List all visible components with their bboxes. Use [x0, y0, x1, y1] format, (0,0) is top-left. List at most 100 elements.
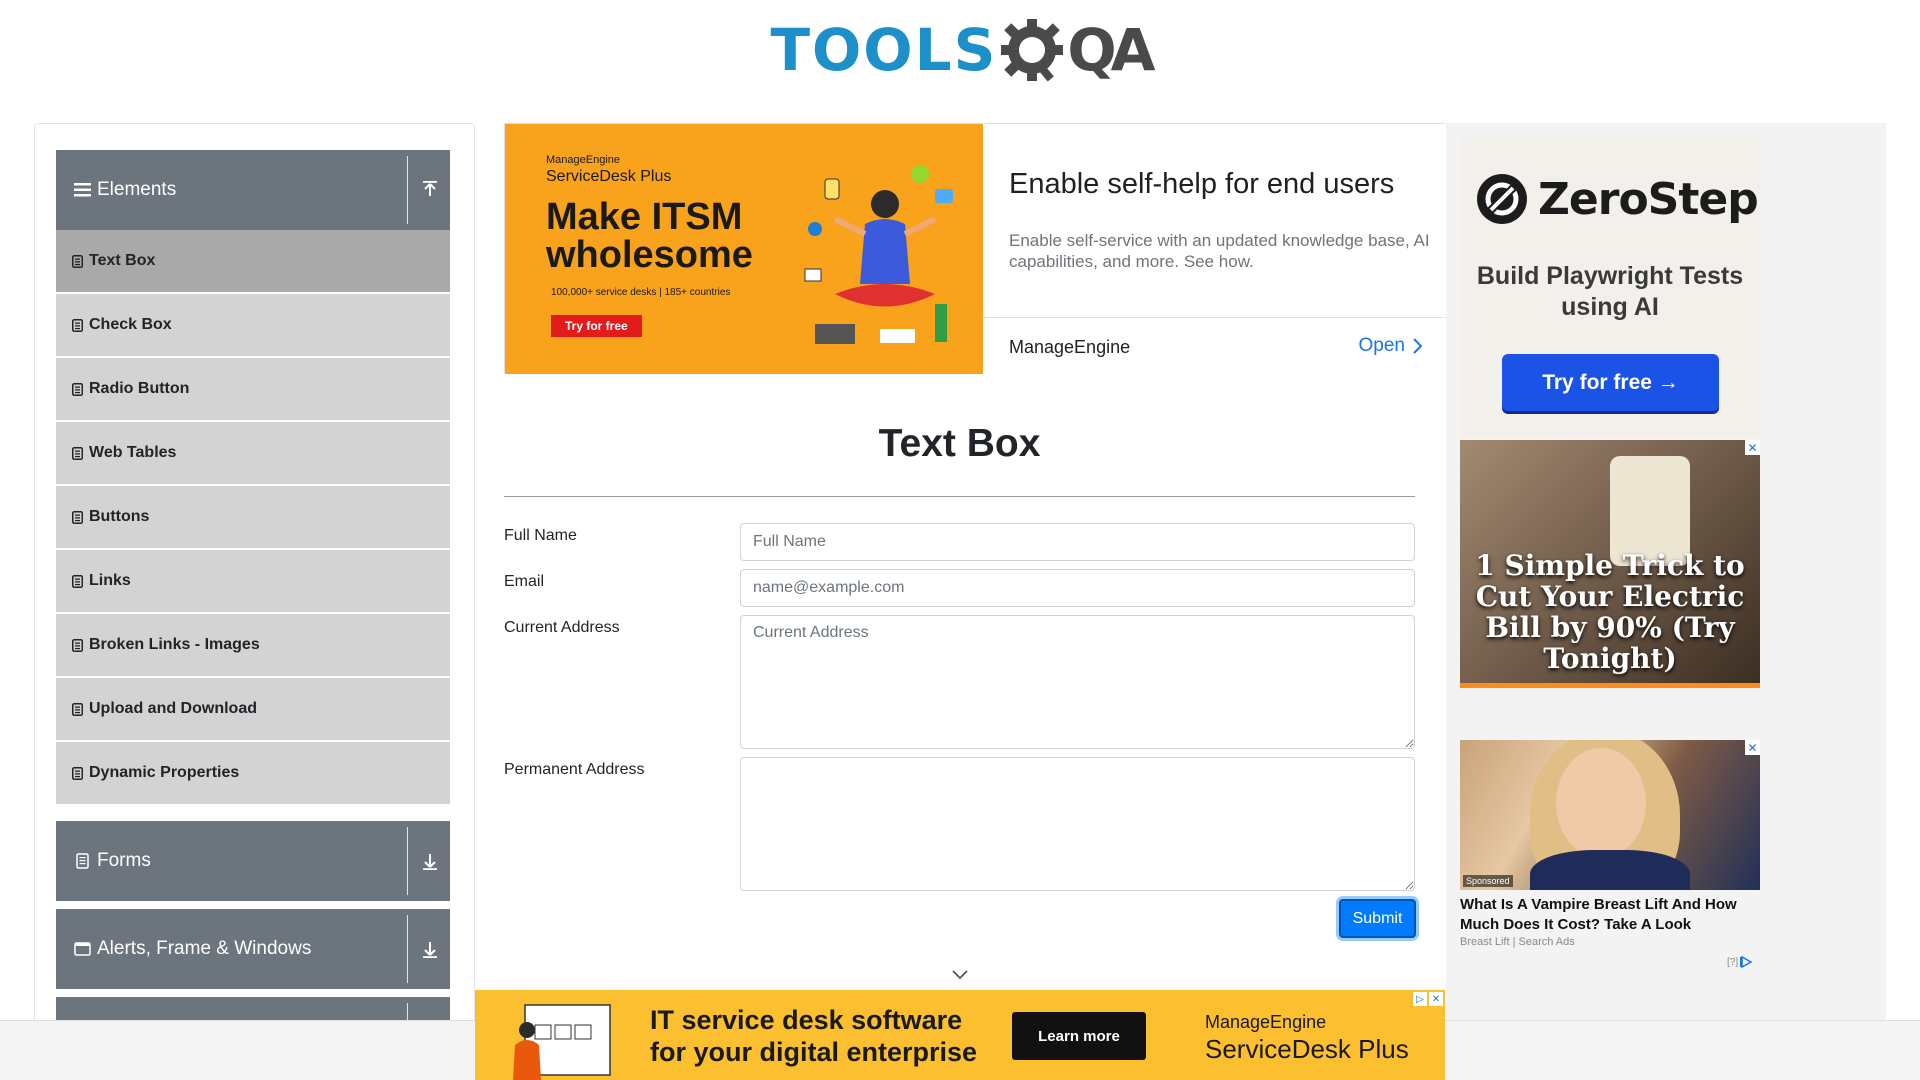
ad-description: Enable self-service with an updated know…: [1009, 231, 1430, 271]
email-label: Email: [504, 573, 545, 590]
zerostep-subtitle: Build Playwright Tests using AI: [1476, 262, 1744, 321]
permanent-address-input[interactable]: [740, 757, 1415, 891]
ad-banner-image[interactable]: ManageEngine ServiceDesk Plus Make ITSM …: [505, 124, 983, 374]
list-icon: [71, 510, 83, 524]
list-icon: [71, 382, 83, 396]
list-icon: [71, 702, 83, 716]
gear-icon: [997, 15, 1067, 85]
adchoices-icon: [1740, 956, 1753, 968]
group-elements[interactable]: Elements: [56, 150, 450, 230]
ad-title: Enable self-help for end users: [1009, 168, 1395, 200]
meditating-person-illustration: [804, 165, 953, 344]
ad-controls: ▷ ✕: [1413, 992, 1443, 1006]
page: TOOLS QA Elements Text Box Check Box Rad…: [0, 0, 1920, 1080]
list-icon: [71, 766, 83, 780]
close-icon[interactable]: ✕: [1745, 740, 1760, 755]
bottom-brand-big: ServiceDesk Plus: [1205, 1034, 1409, 1064]
ad-text-panel[interactable]: Enable self-help for end users Enable se…: [983, 124, 1446, 374]
window-icon: [73, 941, 91, 957]
sidebar-item-label: Radio Button: [89, 380, 190, 397]
sidebar-item-text-box[interactable]: Text Box: [56, 230, 450, 292]
zerostep-logo-icon: [1477, 174, 1527, 224]
electric-bill-ad-text: 1 Simple Trick to Cut Your Electric Bill…: [1475, 549, 1745, 675]
bottom-brand-small: ManageEngine: [1205, 1012, 1327, 1032]
ad-subtext: 100,000+ service desks | 185+ countries: [551, 287, 731, 298]
ad-brand-small: ManageEngine: [546, 154, 621, 166]
sidebar-item-check-box[interactable]: Check Box: [56, 294, 450, 356]
close-icon[interactable]: ✕: [1745, 440, 1760, 455]
dress-shape: [1530, 850, 1690, 890]
page-title: Text Box: [878, 422, 1041, 465]
left-panel: Elements Text Box Check Box Radio Button…: [34, 123, 475, 1023]
list-icon: [71, 318, 83, 332]
sidebar-item-buttons[interactable]: Buttons: [56, 486, 450, 548]
full-name-input[interactable]: [740, 523, 1415, 561]
adchoices-icon[interactable]: ▷: [1413, 992, 1427, 1006]
ad-open-label: Open: [1358, 335, 1405, 356]
list-icon: [71, 574, 83, 588]
arrow-up-icon[interactable]: [418, 178, 442, 202]
logo-tools-text: TOOLS: [770, 16, 998, 84]
divider: [407, 156, 408, 224]
logo-qa-text: QA: [1067, 16, 1155, 84]
list-icon: [71, 254, 83, 268]
bottom-ad-text: IT service desk software for your digita…: [650, 1004, 977, 1068]
divider: [407, 827, 408, 895]
sponsored-image-ad[interactable]: Sponsored ✕: [1460, 740, 1760, 890]
zerostep-ad[interactable]: ZeroStep Build Playwright Tests using AI…: [1460, 137, 1760, 437]
submit-button[interactable]: Submit: [1339, 899, 1416, 938]
bottom-ad-line1: IT service desk software: [650, 1005, 963, 1035]
sidebar-item-web-tables[interactable]: Web Tables: [56, 422, 450, 484]
current-address-input[interactable]: [740, 615, 1415, 749]
bottom-advertisement[interactable]: IT service desk software for your digita…: [475, 990, 1445, 1080]
divider: [983, 317, 1446, 318]
sidebar-item-label: Links: [89, 572, 131, 589]
zerostep-logo: ZeroStep: [1476, 173, 1759, 225]
group-elements-label: Elements: [97, 179, 177, 200]
list-icon: [71, 638, 83, 652]
sidebar-item-upload-download[interactable]: Upload and Download: [56, 678, 450, 740]
full-name-label: Full Name: [504, 527, 577, 544]
service-desk-illustration: [513, 1004, 611, 1080]
hamburger-icon: [73, 182, 91, 198]
sidebar-item-label: Broken Links - Images: [89, 636, 260, 653]
group-forms-label: Forms: [97, 850, 151, 871]
sponsored-ad-source: Breast Lift | Search Ads: [1460, 936, 1575, 948]
sidebar-item-broken-links[interactable]: Broken Links - Images: [56, 614, 450, 676]
sidebar-item-label: Buttons: [89, 508, 150, 525]
close-icon[interactable]: ✕: [1429, 992, 1443, 1006]
current-address-label: Current Address: [504, 619, 620, 636]
chevron-right-icon: [1413, 338, 1422, 354]
ad-bottom-stripe: [1460, 683, 1760, 688]
ad-try-button[interactable]: Try for free: [551, 315, 642, 337]
email-input[interactable]: [740, 569, 1415, 607]
adchoices-label: [?]: [1727, 956, 1739, 968]
ad-headline: Make ITSM wholesome: [546, 196, 753, 276]
permanent-address-label: Permanent Address: [504, 761, 645, 778]
adchoices[interactable]: [?]: [1727, 956, 1753, 968]
chevron-down-icon[interactable]: [950, 968, 970, 982]
ad-open-link[interactable]: Open: [1359, 335, 1422, 357]
ad-brand-big: ServiceDesk Plus: [546, 168, 672, 185]
arrow-down-icon[interactable]: [418, 849, 442, 873]
toolsqa-logo[interactable]: TOOLS QA: [770, 10, 1156, 90]
learn-more-button[interactable]: Learn more: [1012, 1012, 1146, 1060]
face-shape: [1556, 748, 1646, 858]
sidebar-item-dynamic-properties[interactable]: Dynamic Properties: [56, 742, 450, 804]
top-advertisement[interactable]: ManageEngine ServiceDesk Plus Make ITSM …: [504, 123, 1446, 374]
group-forms[interactable]: Forms: [56, 821, 450, 901]
sidebar-item-radio-button[interactable]: Radio Button: [56, 358, 450, 420]
electric-bill-ad[interactable]: 1 Simple Trick to Cut Your Electric Bill…: [1460, 440, 1760, 688]
sidebar-item-label: Web Tables: [89, 444, 177, 461]
sponsored-ad-title[interactable]: What Is A Vampire Breast Lift And How Mu…: [1460, 895, 1765, 935]
sidebar-item-links[interactable]: Links: [56, 550, 450, 612]
zerostep-try-button[interactable]: Try for free →: [1502, 354, 1719, 411]
zerostep-name: ZeroStep: [1538, 173, 1759, 225]
site-header: TOOLS QA: [0, 0, 1920, 100]
sidebar-item-label: Upload and Download: [89, 700, 257, 717]
arrow-down-icon[interactable]: [418, 937, 442, 961]
group-alerts-label: Alerts, Frame & Windows: [97, 938, 312, 959]
group-alerts-frame-windows[interactable]: Alerts, Frame & Windows: [56, 909, 450, 989]
sidebar-item-label: Text Box: [89, 252, 156, 269]
sidebar-item-label: Dynamic Properties: [89, 764, 240, 781]
